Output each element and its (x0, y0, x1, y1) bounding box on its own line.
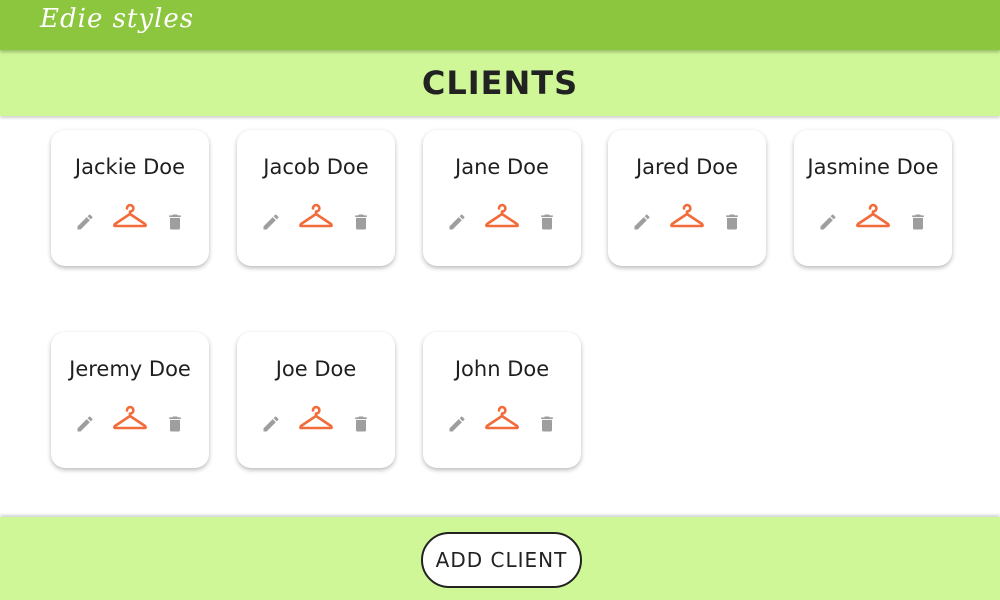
title-bar: CLIENTS (0, 50, 1000, 116)
hanger-icon[interactable] (297, 200, 335, 230)
trash-icon[interactable] (351, 212, 371, 232)
trash-icon[interactable] (537, 212, 557, 232)
hanger-icon[interactable] (483, 200, 521, 230)
client-card: Jane Doe (423, 130, 581, 266)
pencil-icon[interactable] (632, 212, 652, 232)
client-card: Jeremy Doe (51, 332, 209, 468)
add-client-button[interactable]: ADD CLIENT (421, 532, 582, 588)
pencil-icon[interactable] (261, 212, 281, 232)
client-name: Joe Doe (275, 357, 357, 381)
trash-icon[interactable] (908, 212, 928, 232)
client-card: Jared Doe (608, 130, 766, 266)
client-card: Jasmine Doe (794, 130, 952, 266)
client-name: Jared Doe (635, 155, 739, 179)
trash-icon[interactable] (351, 414, 371, 434)
client-name: Jasmine Doe (807, 155, 939, 179)
trash-icon[interactable] (722, 212, 742, 232)
client-name: Jeremy Doe (69, 357, 191, 381)
client-name: Jane Doe (455, 155, 549, 179)
pencil-icon[interactable] (447, 414, 467, 434)
hanger-icon[interactable] (854, 200, 892, 230)
hanger-icon[interactable] (297, 402, 335, 432)
hanger-icon[interactable] (111, 200, 149, 230)
client-card: Jackie Doe (51, 130, 209, 266)
app-logo[interactable]: Edie styles (40, 4, 194, 34)
trash-icon[interactable] (537, 414, 557, 434)
top-bar: Edie styles (0, 0, 1000, 50)
client-name: Jacob Doe (263, 155, 369, 179)
page-title: CLIENTS (421, 64, 579, 102)
client-card: John Doe (423, 332, 581, 468)
pencil-icon[interactable] (75, 414, 95, 434)
hanger-icon[interactable] (668, 200, 706, 230)
client-card: Joe Doe (237, 332, 395, 468)
client-card: Jacob Doe (237, 130, 395, 266)
trash-icon[interactable] (165, 212, 185, 232)
hanger-icon[interactable] (111, 402, 149, 432)
trash-icon[interactable] (165, 414, 185, 434)
hanger-icon[interactable] (483, 402, 521, 432)
client-name: Jackie Doe (74, 155, 186, 179)
pencil-icon[interactable] (261, 414, 281, 434)
pencil-icon[interactable] (818, 212, 838, 232)
client-name: John Doe (454, 357, 550, 381)
pencil-icon[interactable] (75, 212, 95, 232)
bottom-bar: ADD CLIENT (0, 517, 1000, 600)
pencil-icon[interactable] (447, 212, 467, 232)
